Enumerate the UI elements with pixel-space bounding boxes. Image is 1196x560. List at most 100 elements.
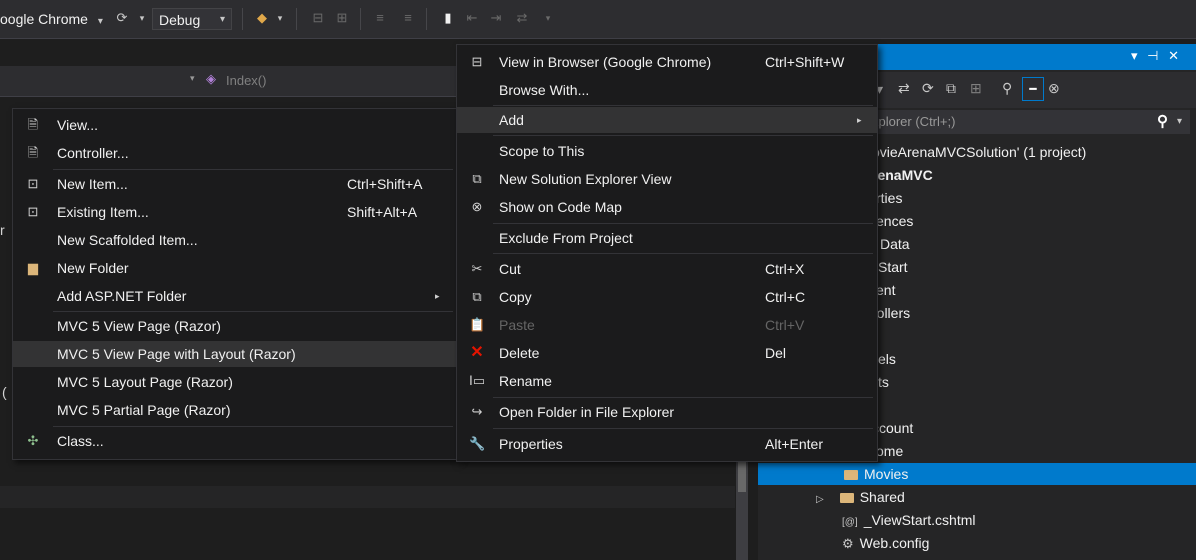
- menu-item-add-aspnet-folder[interactable]: Add ASP.NET Folder ▸: [13, 283, 457, 309]
- menu-item-label: Delete: [499, 345, 540, 361]
- refresh-icon[interactable]: ⟳: [114, 9, 130, 27]
- expand-arrow-icon[interactable]: ▷: [816, 494, 824, 505]
- align-icon[interactable]: ⊟: [310, 9, 326, 27]
- menu-item-label: Scope to This: [499, 143, 585, 159]
- menu-item-cut[interactable]: ✂ Cut Ctrl+X: [457, 256, 877, 282]
- tree-item-app-start[interactable]: Start: [878, 256, 908, 278]
- browser-link-dropdown-icon[interactable]: ▾: [272, 9, 288, 27]
- editor-text-fragment: (: [2, 384, 7, 400]
- menu-separator: [53, 169, 453, 170]
- format-icon[interactable]: ⊞: [334, 9, 350, 27]
- clear-bookmarks-icon[interactable]: ⇄: [514, 9, 530, 27]
- menu-item-scope-to-this[interactable]: Scope to This: [457, 138, 877, 164]
- next-bookmark-icon[interactable]: ⇥: [488, 9, 504, 27]
- razor-file-icon: [@]: [842, 517, 858, 528]
- menu-item-open-folder[interactable]: ↪ Open Folder in File Explorer: [457, 399, 877, 425]
- comment-icon[interactable]: ≡: [372, 9, 388, 27]
- code-map-icon[interactable]: ⊗: [1048, 80, 1060, 97]
- wrench-icon: 🔧: [469, 436, 486, 451]
- tree-item-content[interactable]: ent: [876, 279, 895, 301]
- preview-selected-icon[interactable]: ━: [1022, 77, 1044, 101]
- toolbar-overflow-icon[interactable]: ▾: [540, 9, 556, 27]
- browser-selector[interactable]: oogle Chrome ▾: [0, 8, 103, 30]
- member-dropdown-label[interactable]: Index(): [226, 73, 266, 88]
- refresh-icon[interactable]: ⟳: [922, 80, 934, 97]
- menu-item-new-solution-explorer-view[interactable]: ⧉ New Solution Explorer View: [457, 166, 877, 192]
- folder-icon: [844, 470, 858, 480]
- nav-dropdown-icon[interactable]: ▾: [190, 73, 195, 84]
- tree-item-project[interactable]: renaMVC: [872, 164, 933, 186]
- menu-item-label: MVC 5 Layout Page (Razor): [57, 374, 233, 390]
- menu-item-mvc5-view-page[interactable]: MVC 5 View Page (Razor): [13, 313, 457, 339]
- configuration-dropdown-arrow: ▾: [219, 14, 225, 25]
- scrollbar-thumb[interactable]: [738, 462, 746, 492]
- sync-icon[interactable]: ⇄: [898, 80, 910, 97]
- tree-item-models[interactable]: els: [878, 348, 896, 370]
- menu-item-browse-with[interactable]: Browse With...: [457, 77, 877, 103]
- tree-item-label: els: [878, 351, 896, 367]
- menu-item-view-in-browser[interactable]: ⊟ View in Browser (Google Chrome) Ctrl+S…: [457, 49, 877, 75]
- menu-item-new-folder[interactable]: ▆ New Folder: [13, 255, 457, 281]
- browser-dropdown-arrow[interactable]: ▾: [98, 16, 103, 27]
- tree-selection-highlight: [758, 463, 1196, 485]
- menu-item-label: New Solution Explorer View: [499, 171, 672, 187]
- delete-x-icon: ✕: [470, 344, 484, 361]
- config-file-icon: ⚙: [842, 536, 854, 551]
- menu-item-label: Exclude From Project: [499, 230, 633, 246]
- menu-item-new-item[interactable]: ⊡ New Item... Ctrl+Shift+A: [13, 171, 457, 197]
- menu-item-properties[interactable]: 🔧 Properties Alt+Enter: [457, 431, 877, 457]
- submenu-arrow-icon: ▸: [857, 115, 862, 125]
- menu-item-add[interactable]: Add ▸: [457, 107, 877, 133]
- menu-item-show-on-code-map[interactable]: ⊗ Show on Code Map: [457, 194, 877, 220]
- menu-item-rename[interactable]: Ⅰ▭ Rename: [457, 368, 877, 394]
- solution-explorer-search[interactable]: xplorer (Ctrl+;) ⚲ ▾: [860, 110, 1190, 134]
- collapse-all-icon[interactable]: ⧉: [946, 80, 956, 97]
- refresh-dropdown-icon[interactable]: ▾: [134, 9, 150, 27]
- properties-icon[interactable]: ⚲: [1002, 80, 1012, 97]
- menu-item-copy[interactable]: ⧉ Copy Ctrl+C: [457, 284, 877, 310]
- browser-link-icon[interactable]: ◆: [254, 9, 270, 27]
- tree-item-shared[interactable]: ▷ Shared: [816, 486, 905, 508]
- tree-item-viewstart[interactable]: [@] _ViewStart.cshtml: [842, 509, 976, 531]
- tree-item-account[interactable]: ccount: [872, 417, 913, 439]
- menu-separator: [493, 105, 873, 106]
- menu-item-mvc5-view-page-layout[interactable]: MVC 5 View Page with Layout (Razor): [13, 341, 457, 367]
- panel-window-controls[interactable]: ▾ ⊣ ✕: [1131, 48, 1182, 64]
- menu-item-new-scaffolded-item[interactable]: New Scaffolded Item...: [13, 227, 457, 253]
- tree-item-label: _ViewStart.cshtml: [863, 512, 976, 528]
- menu-item-controller[interactable]: 🗎 Controller...: [13, 140, 457, 166]
- menu-item-mvc5-layout-page[interactable]: MVC 5 Layout Page (Razor): [13, 369, 457, 395]
- tree-item-web-config[interactable]: ⚙ Web.config: [842, 532, 929, 554]
- menu-item-label: Properties: [499, 436, 563, 452]
- menu-item-label: Add ASP.NET Folder: [57, 288, 187, 304]
- tree-item-label: Data: [880, 236, 910, 252]
- menu-item-view[interactable]: 🗎 View...: [13, 112, 457, 138]
- uncomment-icon[interactable]: ≡: [400, 9, 416, 27]
- menu-separator: [53, 426, 453, 427]
- search-options-icon[interactable]: ▾: [1177, 110, 1182, 134]
- tree-item-properties[interactable]: rties: [876, 187, 902, 209]
- tree-item-home[interactable]: ome: [876, 440, 903, 462]
- menu-item-shortcut: Ctrl+V: [765, 317, 805, 333]
- tree-item-movies[interactable]: Movies: [844, 463, 908, 485]
- toolbar-separator: [296, 8, 297, 30]
- configuration-combo[interactable]: Debug ▾: [152, 8, 232, 30]
- copy-icon: ⧉: [472, 289, 482, 304]
- tree-item-solution[interactable]: ovieArenaMVCSolution' (1 project): [872, 141, 1086, 163]
- bookmark-icon[interactable]: ▮: [440, 9, 456, 27]
- prev-bookmark-icon[interactable]: ⇤: [464, 9, 480, 27]
- menu-item-label: New Item...: [57, 176, 128, 192]
- tree-item-app-data[interactable]: Data: [880, 233, 910, 255]
- search-icon[interactable]: ⚲: [1157, 110, 1168, 134]
- menu-item-existing-item[interactable]: ⊡ Existing Item... Shift+Alt+A: [13, 199, 457, 225]
- menu-item-class[interactable]: ✣ Class...: [13, 428, 457, 454]
- controller-file-icon: 🗎: [27, 145, 39, 160]
- menu-item-mvc5-partial-page[interactable]: MVC 5 Partial Page (Razor): [13, 397, 457, 423]
- tree-item-references[interactable]: ences: [876, 210, 913, 232]
- new-item-icon: ⊡: [27, 176, 39, 191]
- menu-item-delete[interactable]: ✕ Delete Del: [457, 340, 877, 366]
- tree-item-scripts[interactable]: ts: [878, 371, 889, 393]
- show-all-files-icon[interactable]: ⊞: [970, 80, 982, 97]
- open-folder-arrow-icon: ↪: [471, 404, 483, 419]
- menu-item-exclude-from-project[interactable]: Exclude From Project: [457, 225, 877, 251]
